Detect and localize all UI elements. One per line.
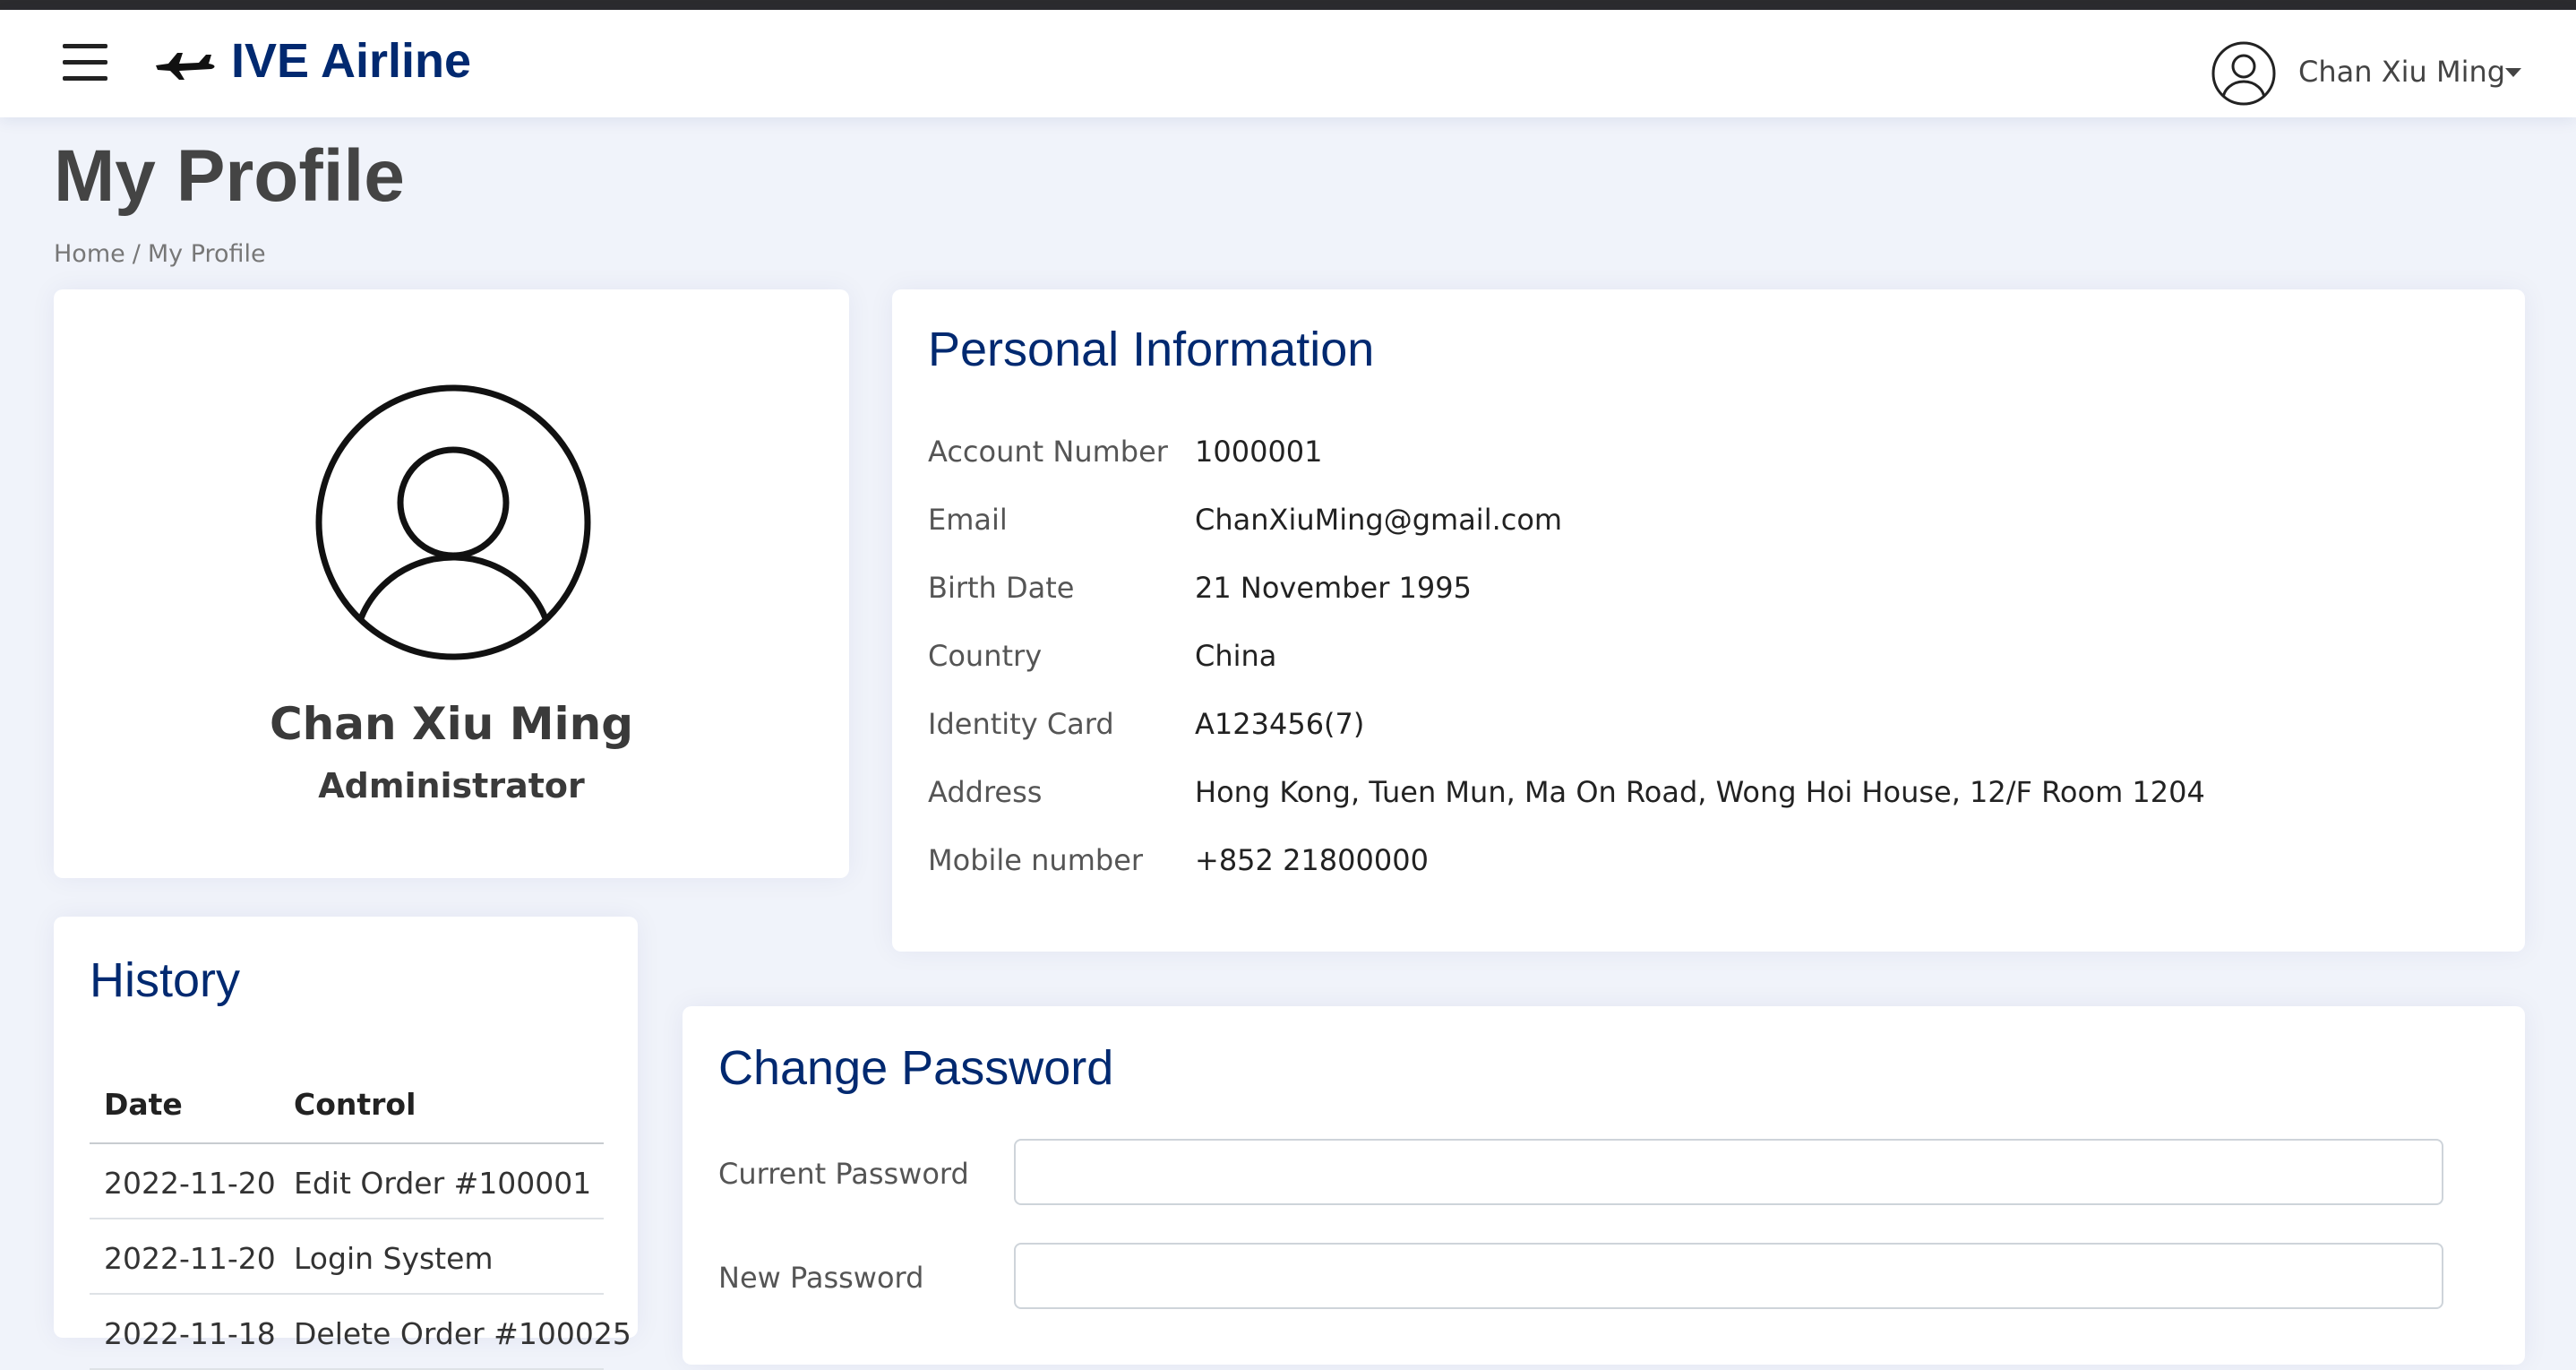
info-value: ChanXiuMing@gmail.com [1195,503,1563,537]
table-row: 2022-11-20 Login System [90,1219,604,1295]
breadcrumb-current: My Profile [147,240,266,268]
history-title: History [90,953,241,1007]
personal-info-title: Personal Information [928,323,1375,376]
info-label: Address [928,775,1043,809]
table-row: 2022-11-18 Delete Order #100025 [90,1295,631,1370]
info-label: Mobile number [928,843,1144,877]
info-value: Hong Kong, Tuen Mun, Ma On Road, Wong Ho… [1195,775,2205,809]
new-password-label: New Password [718,1261,924,1295]
top-navbar: IVE Airline Chan Xiu Ming [0,10,2576,117]
change-password-card: Change Password Current Password New Pas… [683,1006,2525,1365]
table-header-row: Date Control [90,1060,604,1144]
window-top-strip [0,0,2576,10]
info-value: +852 21800000 [1195,843,1429,877]
change-password-title: Change Password [718,1041,1114,1095]
airplane-logo-icon[interactable] [152,42,219,83]
caret-down-icon[interactable] [2505,68,2521,77]
info-label: Email [928,503,1008,537]
history-date: 2022-11-20 [104,1166,276,1201]
profile-name: Chan Xiu Ming [269,698,633,750]
history-table: Date Control 2022-11-20 Edit Order #1000… [90,1060,631,1370]
table-row: 2022-11-20 Edit Order #100001 [90,1144,604,1219]
column-header-control: Control [294,1087,416,1122]
menu-icon[interactable] [63,44,107,82]
breadcrumb-separator: / [132,240,141,268]
current-password-label: Current Password [718,1157,969,1191]
info-label: Account Number [928,435,1168,469]
info-label: Country [928,639,1043,673]
user-circle-icon[interactable] [2211,40,2277,107]
profile-avatar-icon [315,384,591,660]
info-value: China [1195,639,1277,673]
info-value: 21 November 1995 [1195,571,1472,605]
info-value: 1000001 [1195,435,1323,469]
user-menu-name[interactable]: Chan Xiu Ming [2298,55,2505,89]
personal-info-card: Personal Information Account Number 1000… [892,289,2525,952]
current-password-input[interactable] [1014,1139,2443,1205]
history-control: Delete Order #100025 [294,1316,631,1351]
info-label: Birth Date [928,571,1075,605]
column-header-date: Date [104,1087,183,1122]
current-password-row: Current Password [718,1139,2501,1207]
new-password-input[interactable] [1014,1243,2443,1309]
history-card: History Date Control 2022-11-20 Edit Ord… [54,917,638,1370]
app-logo-text[interactable]: IVE Airline [231,33,471,89]
new-password-row: New Password [718,1243,2501,1311]
breadcrumb-home-link[interactable]: Home [54,240,125,268]
history-date: 2022-11-20 [104,1241,276,1276]
page-title: My Profile [54,135,405,217]
info-value: A123456(7) [1195,707,1365,741]
history-date: 2022-11-18 [104,1316,276,1351]
profile-card: Chan Xiu Ming Administrator [54,289,849,878]
history-control: Edit Order #100001 [294,1166,592,1201]
history-control: Login System [294,1241,494,1276]
breadcrumb: Home / My Profile [54,240,266,268]
profile-role: Administrator [318,766,585,806]
info-label: Identity Card [928,707,1114,741]
